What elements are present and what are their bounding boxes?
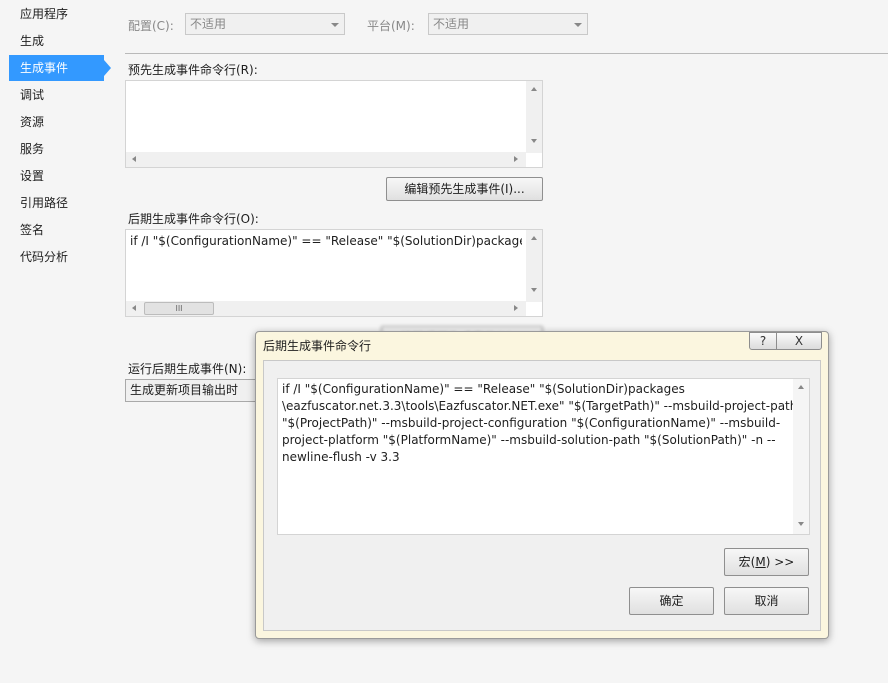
scroll-down-icon[interactable] (531, 139, 537, 143)
macros-button[interactable]: 宏(M) >> (724, 548, 809, 576)
sidebar-item-services[interactable]: 服务 (9, 136, 104, 162)
platform-label: 平台(M): (367, 19, 415, 33)
scroll-down-icon[interactable] (531, 288, 537, 292)
dialog-vscrollbar[interactable] (793, 379, 809, 534)
dialog-title: 后期生成事件命令行 (263, 339, 372, 353)
hscroll-thumb[interactable]: III (144, 302, 214, 315)
help-button[interactable]: ? (749, 332, 777, 350)
sidebar-item-reference-paths[interactable]: 引用路径 (9, 190, 104, 216)
chevron-down-icon (574, 23, 582, 27)
run-postbuild-value: 生成更新项目输出时 (130, 383, 239, 397)
prebuild-label: 预先生成事件命令行(R): (128, 63, 258, 77)
chevron-down-icon (331, 23, 339, 27)
scroll-up-icon[interactable] (531, 236, 537, 240)
run-postbuild-combo[interactable]: 生成更新项目输出时 (125, 379, 265, 402)
macros-label-suffix: ) >> (765, 555, 795, 569)
divider (125, 53, 888, 54)
sidebar-item-build-events[interactable]: 生成事件 (9, 55, 104, 81)
scroll-left-icon[interactable] (132, 156, 136, 162)
scroll-down-icon[interactable] (798, 522, 804, 526)
scroll-right-icon[interactable] (514, 156, 518, 162)
postbuild-textarea[interactable]: if /I "$(ConfigurationName)" == "Release… (125, 229, 543, 317)
dialog-command-text: if /I "$(ConfigurationName)" == "Release… (282, 382, 798, 464)
postbuild-hscrollbar[interactable]: III (126, 301, 526, 316)
scroll-up-icon[interactable] (531, 87, 537, 91)
configuration-label: 配置(C): (128, 19, 174, 33)
postbuild-dialog: 后期生成事件命令行 ? X if /I "$(ConfigurationName… (255, 331, 829, 639)
edit-prebuild-button[interactable]: 编辑预先生成事件(I)... (386, 177, 543, 201)
prebuild-hscrollbar[interactable] (126, 152, 526, 167)
prebuild-textarea[interactable] (125, 80, 543, 168)
dialog-command-textarea[interactable]: if /I "$(ConfigurationName)" == "Release… (277, 378, 810, 535)
run-postbuild-label: 运行后期生成事件(N): (128, 362, 247, 376)
help-icon: ? (759, 334, 767, 348)
sidebar-item-signing[interactable]: 签名 (9, 217, 104, 243)
platform-value: 不适用 (433, 17, 470, 31)
ok-button[interactable]: 确定 (629, 587, 714, 615)
sidebar-item-resources[interactable]: 资源 (9, 109, 104, 135)
scroll-up-icon[interactable] (798, 385, 804, 389)
dialog-body: if /I "$(ConfigurationName)" == "Release… (263, 360, 821, 631)
close-icon: X (794, 334, 804, 348)
sidebar-item-settings[interactable]: 设置 (9, 163, 104, 189)
sidebar-item-debug[interactable]: 调试 (9, 82, 104, 108)
postbuild-vscrollbar[interactable] (526, 230, 542, 302)
postbuild-label: 后期生成事件命令行(O): (128, 212, 259, 226)
selected-arrow-icon (104, 60, 111, 76)
scroll-left-icon[interactable] (132, 305, 136, 311)
configuration-combo[interactable]: 不适用 (185, 13, 345, 35)
sidebar-item-code-analysis[interactable]: 代码分析 (9, 244, 104, 270)
sidebar: 应用程序 生成 生成事件 调试 资源 服务 设置 引用路径 签名 代码分析 (0, 0, 112, 683)
scroll-right-icon[interactable] (514, 305, 518, 311)
prebuild-vscrollbar[interactable] (526, 81, 542, 153)
sidebar-item-build[interactable]: 生成 (9, 28, 104, 54)
configuration-value: 不适用 (190, 17, 227, 31)
macros-label-accesskey: M (755, 555, 766, 569)
cancel-button[interactable]: 取消 (724, 587, 809, 615)
postbuild-text: if /I "$(ConfigurationName)" == "Release… (130, 234, 522, 248)
macros-label-prefix: 宏( (738, 555, 756, 569)
close-button[interactable]: X (776, 332, 822, 350)
sidebar-item-application[interactable]: 应用程序 (9, 1, 104, 27)
platform-combo[interactable]: 不适用 (428, 13, 588, 35)
